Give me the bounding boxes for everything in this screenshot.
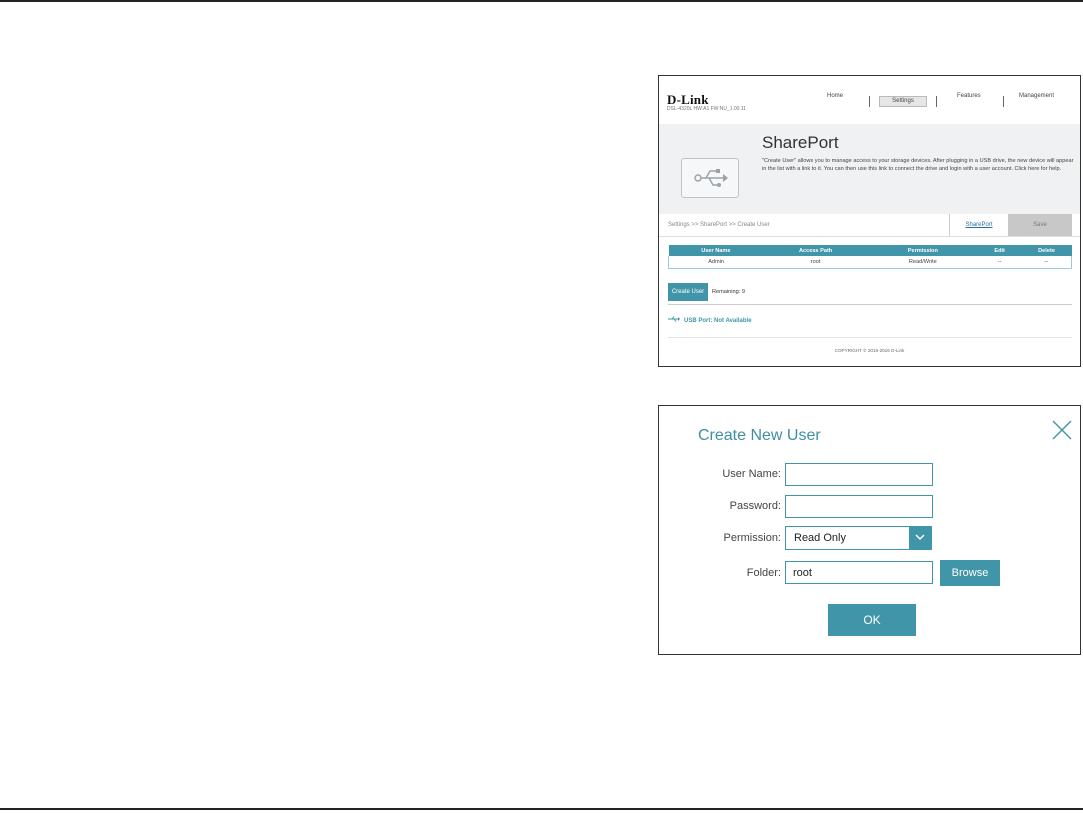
page-bottom-rule (0, 808, 1083, 810)
permission-value: Read Only (794, 532, 846, 544)
col-edit: Edit (977, 245, 1022, 256)
col-permission: Permission (867, 245, 978, 256)
usb-symbol-icon (694, 169, 728, 187)
password-label: Password: (729, 500, 781, 512)
users-table: User Name Access Path Permission Edit De… (668, 245, 1072, 269)
dialog-title: Create New User (698, 427, 821, 444)
usb-port-label: USB Port: Not Available (684, 318, 752, 324)
nav-home[interactable]: Home (827, 93, 843, 99)
user-name-input[interactable] (785, 463, 933, 486)
nav-separator (936, 96, 937, 107)
breadcrumb: Settings >> SharePort >> Create User (668, 222, 770, 228)
nav-separator (1003, 96, 1004, 107)
page-title: SharePort (762, 133, 839, 152)
col-access-path: Access Path (763, 245, 868, 256)
cell-access-path: root (763, 256, 868, 269)
col-user-name: User Name (668, 245, 764, 256)
permission-label: Permission: (723, 532, 781, 544)
save-button[interactable]: Save (1008, 214, 1072, 236)
hero-section: SharePort "Create User" allows you to ma… (659, 124, 1080, 214)
cell-edit[interactable]: -- (977, 256, 1022, 269)
page-top-rule (0, 0, 1083, 2)
permission-select[interactable]: Read Only (785, 526, 932, 550)
password-input[interactable] (785, 495, 933, 518)
folder-label: Folder: (746, 567, 781, 579)
usb-port-status: USB Port: Not Available (668, 316, 752, 324)
shareport-link[interactable]: SharePort (949, 214, 1008, 236)
usb-icon (668, 316, 680, 324)
folder-input[interactable] (785, 561, 933, 584)
shareport-screenshot: D-Link DSL-4320L HW:A1 FW:NU_1.00.11 Hom… (658, 75, 1081, 367)
nav-settings-label: Settings (892, 98, 914, 104)
table-row: Admin root Read/Write -- -- (668, 256, 1072, 269)
col-delete: Delete (1021, 245, 1072, 256)
cell-delete[interactable]: -- (1021, 256, 1072, 269)
create-user-dialog: Create New User User Name: Password: Per… (658, 405, 1081, 655)
table-header-row: User Name Access Path Permission Edit De… (668, 245, 1072, 256)
nav-management[interactable]: Management (1019, 93, 1054, 99)
remaining-count: Remaining: 9 (712, 289, 745, 295)
page-description: "Create User" allows you to manage acces… (762, 158, 1074, 172)
cell-user-name: Admin (668, 256, 764, 269)
divider (668, 337, 1072, 338)
chevron-down-icon[interactable] (909, 527, 931, 549)
usb-drive-icon (681, 158, 739, 198)
breadcrumb-bar: Settings >> SharePort >> Create User Sha… (659, 214, 1080, 237)
browse-button[interactable]: Browse (940, 560, 1000, 586)
nav-features[interactable]: Features (957, 93, 981, 99)
divider (668, 304, 1072, 305)
ok-button[interactable]: OK (828, 604, 916, 636)
firmware-info: DSL-4320L HW:A1 FW:NU_1.00.11 (667, 106, 747, 112)
copyright-text: COPYRIGHT © 2015-2016 D-Link (834, 348, 905, 353)
nav-settings[interactable]: Settings (879, 96, 927, 107)
user-name-label: User Name: (722, 468, 781, 480)
top-header: D-Link DSL-4320L HW:A1 FW:NU_1.00.11 Hom… (659, 76, 1080, 124)
nav-separator (869, 96, 870, 107)
create-user-button[interactable]: Create User (668, 283, 708, 301)
cell-permission: Read/Write (867, 256, 978, 269)
close-icon[interactable] (1051, 419, 1073, 441)
